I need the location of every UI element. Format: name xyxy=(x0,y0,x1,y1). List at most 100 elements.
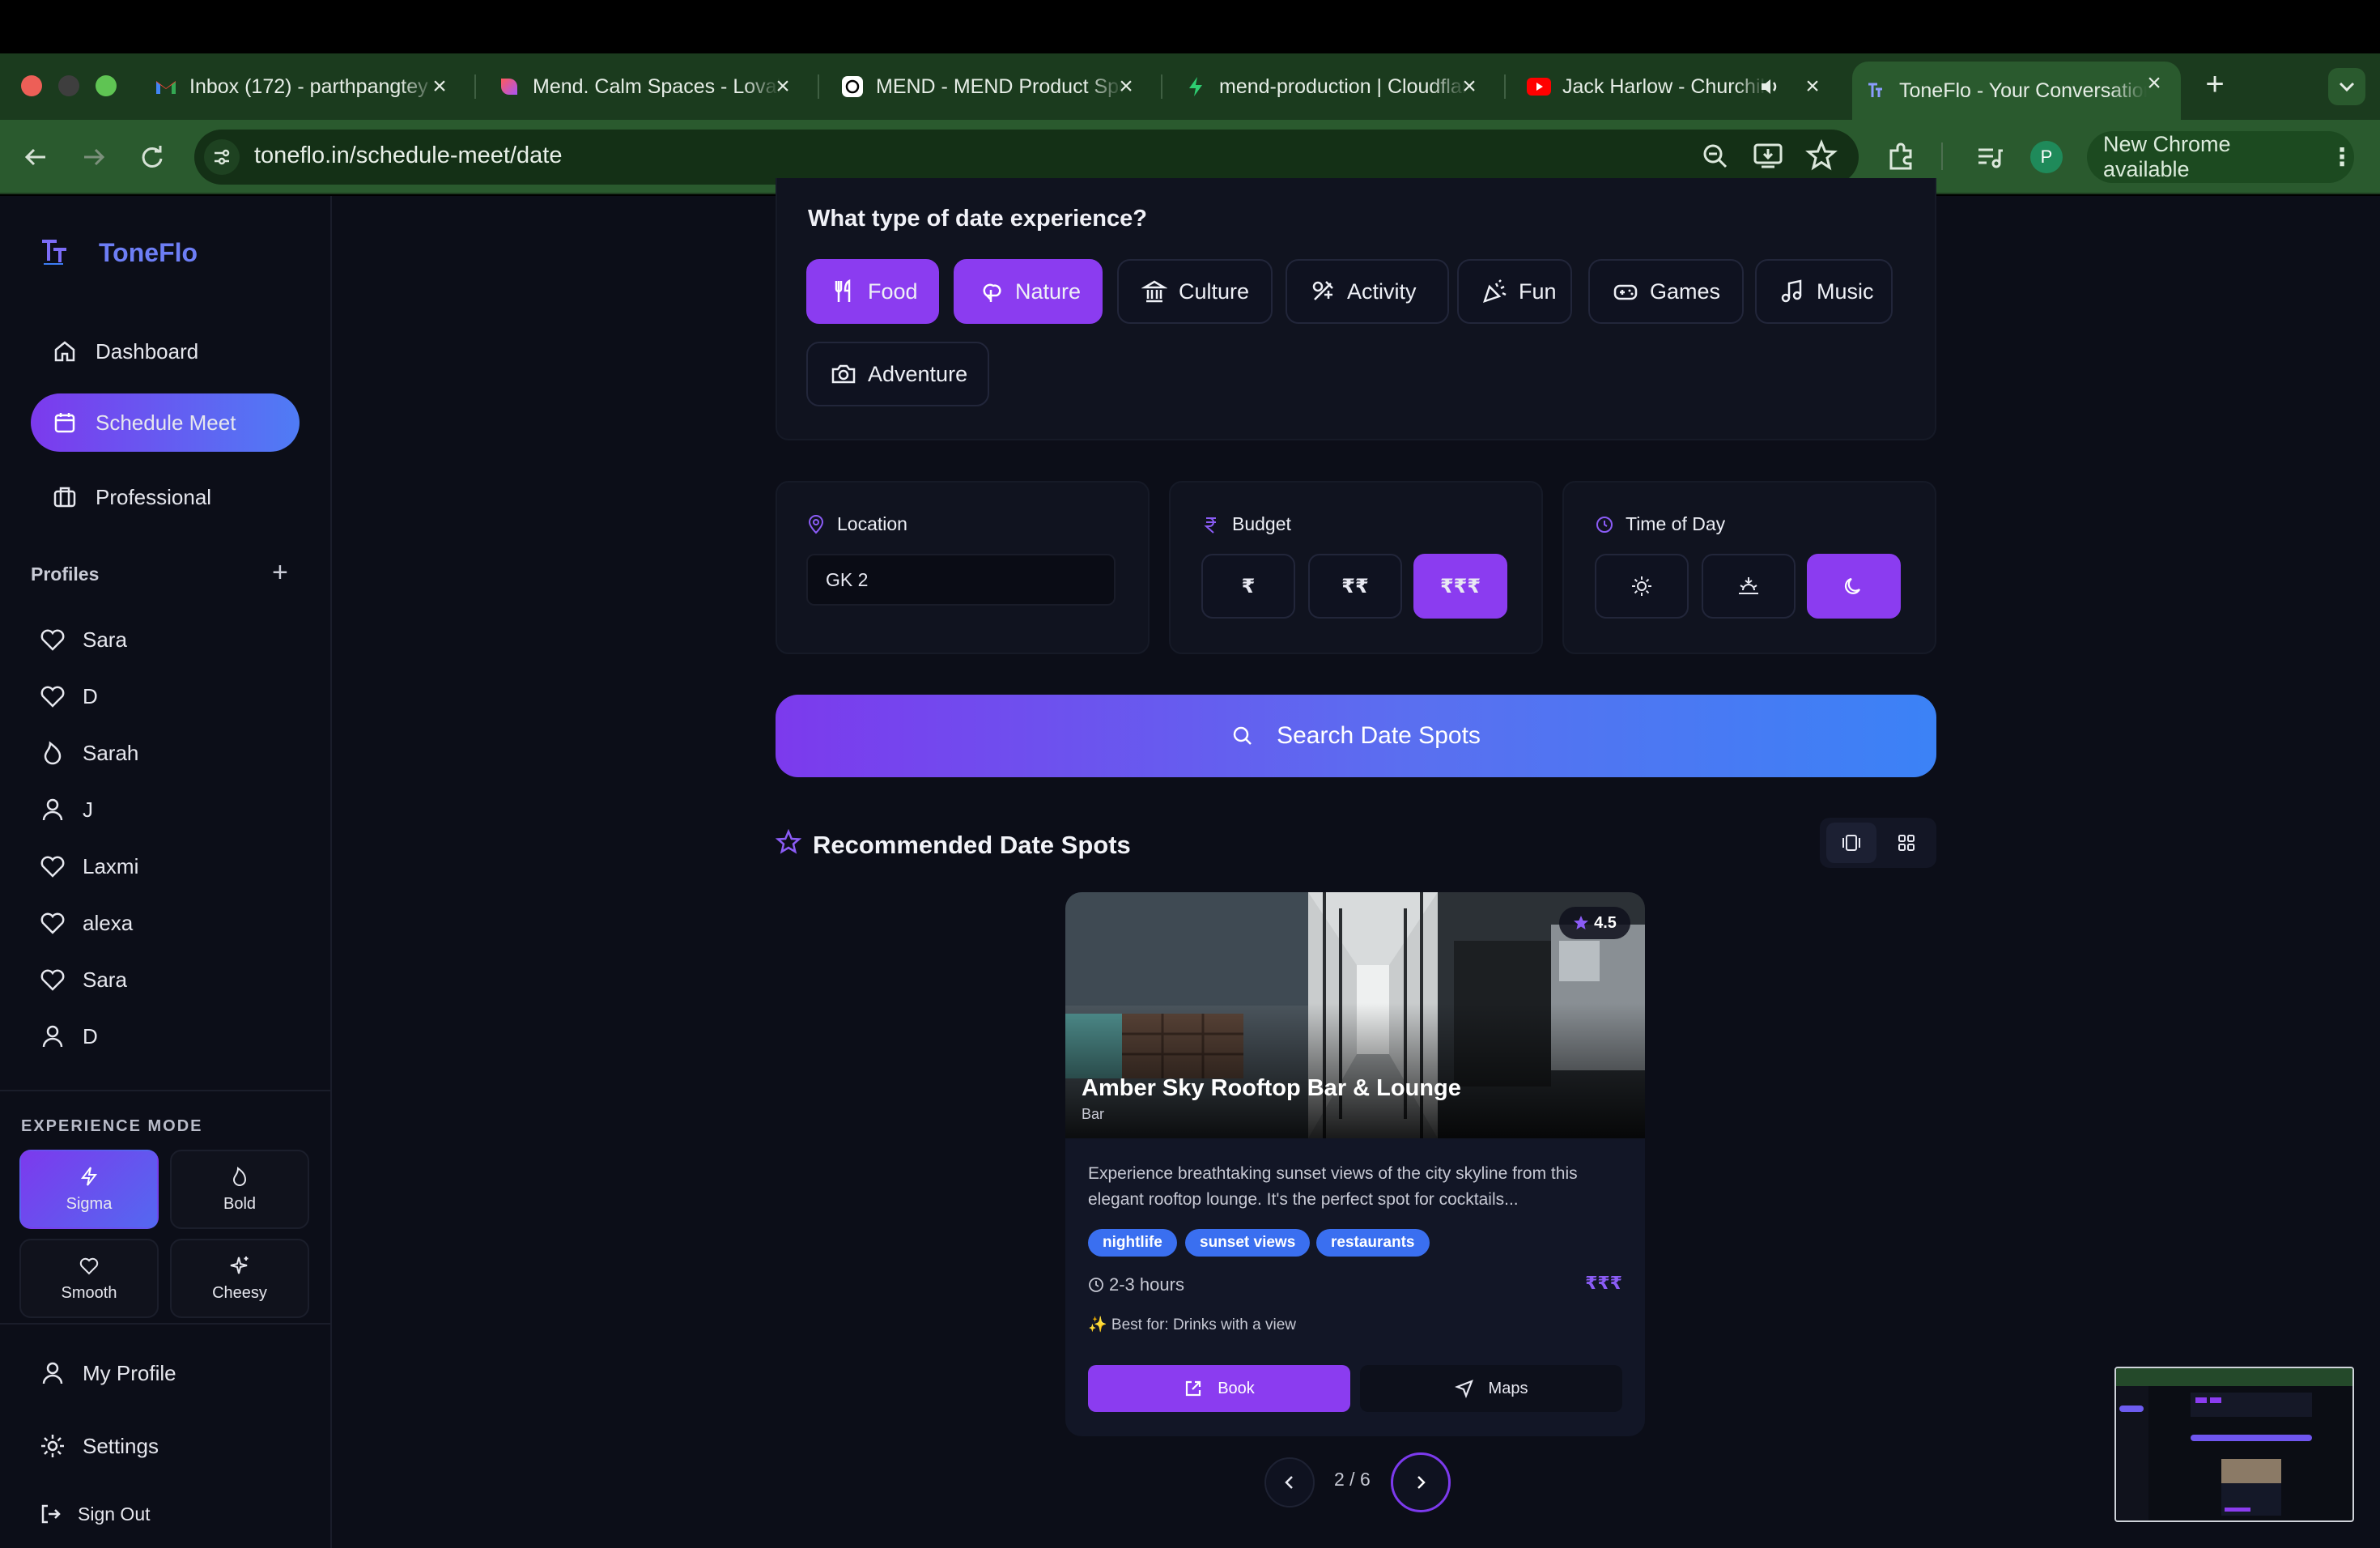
chip-label: Adventure xyxy=(868,361,968,386)
audio-playing-icon[interactable] xyxy=(1758,75,1781,98)
close-tab-icon[interactable]: × xyxy=(1114,74,1138,99)
extensions-icon[interactable] xyxy=(1886,141,1917,172)
nav-dashboard[interactable]: Dashboard xyxy=(31,322,300,381)
book-button[interactable]: Book xyxy=(1088,1365,1350,1412)
nav-schedule-meet[interactable]: Schedule Meet xyxy=(31,393,300,452)
new-chrome-label: New Chrome available xyxy=(2103,132,2231,181)
profile-item[interactable]: Laxmi xyxy=(39,847,138,886)
location-input[interactable]: GK 2 xyxy=(806,554,1116,606)
forward-button[interactable] xyxy=(76,139,112,175)
chatgpt-icon xyxy=(840,74,865,99)
maximize-window-button[interactable] xyxy=(96,75,117,96)
chip-food[interactable]: Food xyxy=(806,259,939,324)
close-window-button[interactable] xyxy=(21,75,42,96)
new-chrome-available-button[interactable]: New Chrome available ⋮ xyxy=(2087,131,2354,183)
browser-tab[interactable]: MEND - MEND Product Spec × xyxy=(829,65,1153,108)
footer-label: My Profile xyxy=(83,1360,176,1385)
heart-icon xyxy=(39,966,66,993)
browser-tab[interactable]: mend-production | Cloudflare × xyxy=(1172,65,1496,108)
url-text[interactable]: toneflo.in/schedule-meet/date xyxy=(254,142,562,169)
budget-option-low[interactable]: ₹ xyxy=(1201,554,1295,619)
install-app-icon[interactable] xyxy=(1752,141,1784,172)
minimize-window-button[interactable] xyxy=(58,75,79,96)
footer-label: Settings xyxy=(83,1433,159,1458)
zoom-icon[interactable] xyxy=(1700,141,1731,172)
spot-name: Amber Sky Rooftop Bar & Lounge xyxy=(1082,1075,1461,1101)
recommended-title: Recommended Date Spots xyxy=(813,831,1131,859)
profile-item[interactable]: alexa xyxy=(39,904,133,942)
chip-label: Food xyxy=(868,279,918,304)
profile-item[interactable]: J xyxy=(39,790,93,829)
party-icon xyxy=(1481,279,1507,304)
add-profile-button[interactable]: + xyxy=(272,557,288,589)
time-evening-button[interactable] xyxy=(1702,554,1796,619)
budget-option-mid[interactable]: ₹₹ xyxy=(1308,554,1402,619)
bookmark-star-icon[interactable] xyxy=(1805,139,1838,172)
toneflo-logo xyxy=(39,236,74,269)
gear-icon xyxy=(39,1432,66,1460)
time-morning-button[interactable] xyxy=(1595,554,1689,619)
profile-name: J xyxy=(83,797,93,822)
chevron-right-icon xyxy=(1412,1474,1430,1491)
browser-tab[interactable]: Inbox (172) - parthpangtey × xyxy=(142,65,466,108)
sign-out-link[interactable]: Sign Out xyxy=(39,1495,151,1533)
profile-item[interactable]: Sarah xyxy=(39,734,138,772)
tag-restaurants: restaurants xyxy=(1316,1229,1430,1257)
chip-nature[interactable]: Nature xyxy=(954,259,1103,324)
browser-tab-active[interactable]: ToneFlo - Your Conversation × xyxy=(1852,62,2181,120)
browser-tab[interactable]: Jack Harlow - Churchill Downs × xyxy=(1515,65,1839,108)
close-tab-icon[interactable]: × xyxy=(1800,74,1825,99)
chip-games[interactable]: Games xyxy=(1588,259,1744,324)
nav-professional[interactable]: Professional xyxy=(31,468,300,526)
chip-adventure[interactable]: Adventure xyxy=(806,342,989,406)
mode-smooth[interactable]: Smooth xyxy=(19,1239,159,1318)
tab-search-button[interactable] xyxy=(2328,68,2365,105)
close-tab-icon[interactable]: × xyxy=(2142,71,2166,96)
profile-name: Sara xyxy=(83,967,127,992)
grid-view-button[interactable] xyxy=(1881,823,1932,863)
settings-link[interactable]: Settings xyxy=(39,1427,159,1465)
duration: 2-3 hours xyxy=(1088,1274,1184,1295)
star-outline-icon xyxy=(776,829,801,855)
close-tab-icon[interactable]: × xyxy=(771,74,795,99)
back-button[interactable] xyxy=(18,139,53,175)
screen-preview-thumbnail[interactable] xyxy=(2114,1367,2354,1522)
duration-text: 2-3 hours xyxy=(1109,1274,1184,1295)
youtube-icon xyxy=(1527,74,1551,99)
briefcase-icon xyxy=(52,484,78,510)
media-controls-icon[interactable] xyxy=(1975,142,2004,172)
budget-option-high[interactable]: ₹₹₹ xyxy=(1413,554,1507,619)
next-button[interactable] xyxy=(1391,1452,1451,1512)
tab-title: MEND - MEND Product Spec xyxy=(876,74,1124,98)
chip-fun[interactable]: Fun xyxy=(1457,259,1572,324)
carousel-view-button[interactable] xyxy=(1826,823,1876,863)
mode-cheesy[interactable]: Cheesy xyxy=(170,1239,309,1318)
site-info-icon[interactable] xyxy=(204,139,240,175)
close-tab-icon[interactable]: × xyxy=(1457,74,1481,99)
star-icon xyxy=(1573,915,1589,931)
mode-bold[interactable]: Bold xyxy=(170,1150,309,1229)
chip-music[interactable]: Music xyxy=(1755,259,1893,324)
my-profile-link[interactable]: My Profile xyxy=(39,1354,176,1393)
chip-activity[interactable]: Activity xyxy=(1286,259,1449,324)
profile-avatar[interactable]: P xyxy=(2030,141,2063,173)
clock-icon xyxy=(1595,515,1614,534)
mode-sigma[interactable]: Sigma xyxy=(19,1150,159,1229)
chip-culture[interactable]: Culture xyxy=(1117,259,1273,324)
profile-item[interactable]: D xyxy=(39,1017,98,1056)
time-night-button[interactable] xyxy=(1807,554,1901,619)
browser-tab[interactable]: Mend. Calm Spaces - Lovable × xyxy=(486,65,810,108)
profile-item[interactable]: Sara xyxy=(39,620,127,659)
date-spot-card[interactable]: 4.5 Amber Sky Rooftop Bar & Lounge Bar E… xyxy=(1065,892,1645,1436)
reload-button[interactable] xyxy=(134,139,170,175)
previous-button[interactable] xyxy=(1264,1457,1315,1508)
new-tab-button[interactable]: + xyxy=(2199,68,2231,100)
profile-name: D xyxy=(83,1023,98,1048)
maps-button[interactable]: Maps xyxy=(1360,1365,1622,1412)
profile-item[interactable]: D xyxy=(39,677,98,716)
close-tab-icon[interactable]: × xyxy=(427,74,452,99)
profile-item[interactable]: Sara xyxy=(39,960,127,999)
best-for: ✨ Best for: Drinks with a view xyxy=(1088,1316,1297,1333)
profile-name: Laxmi xyxy=(83,853,139,878)
search-date-spots-button[interactable]: Search Date Spots xyxy=(776,695,1936,777)
